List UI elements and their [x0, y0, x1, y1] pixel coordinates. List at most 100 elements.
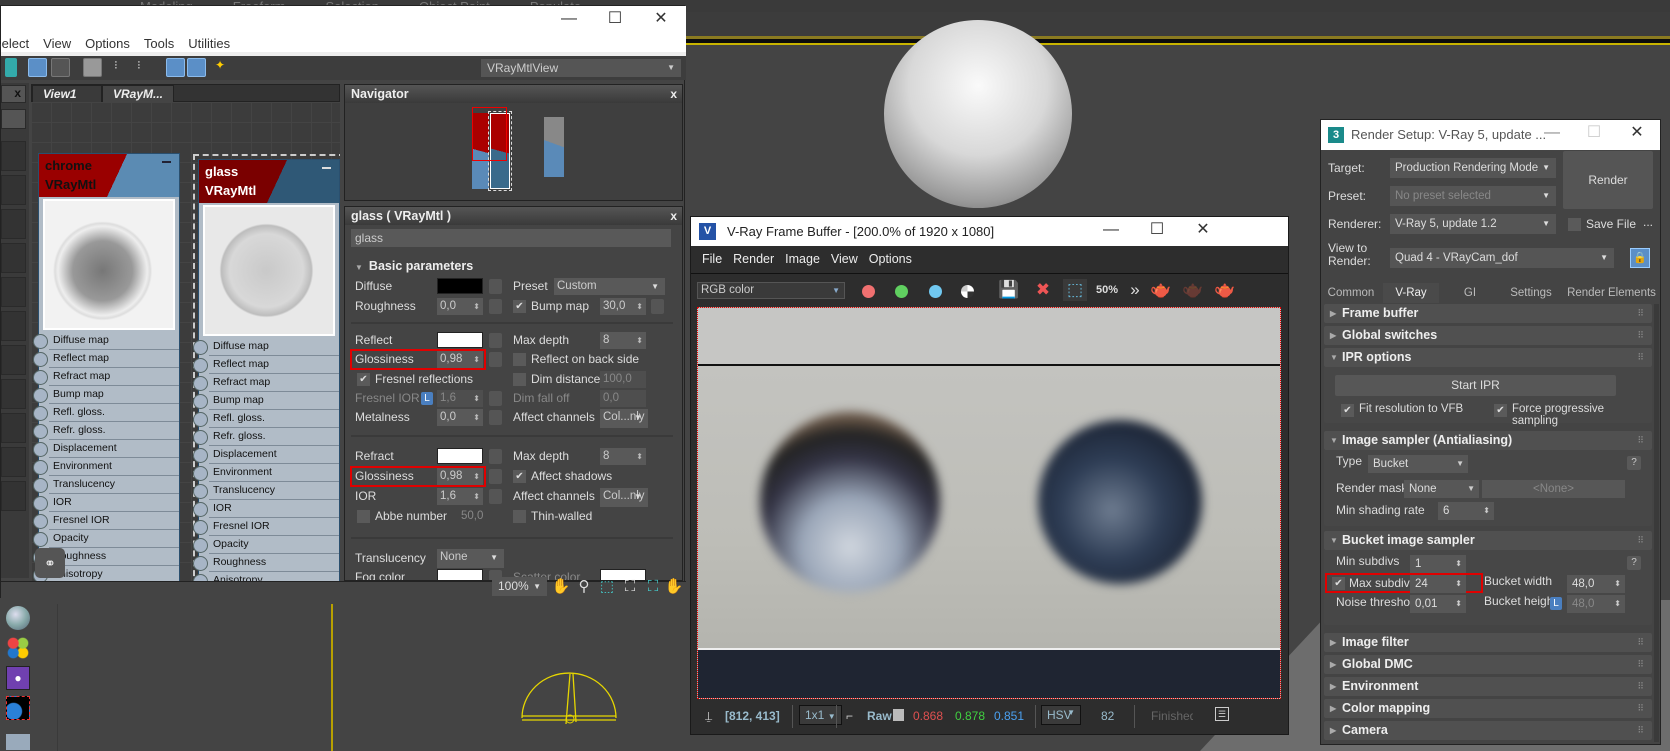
tab-common[interactable]: Common — [1321, 283, 1381, 303]
diffuse-map-button[interactable] — [489, 279, 502, 294]
refract-map-button[interactable] — [489, 449, 502, 464]
slot-bump-map[interactable]: Bump map — [33, 386, 179, 404]
close-button[interactable]: ✕ — [638, 6, 684, 34]
node-view[interactable]: chrome VRayMtl Diffuse map Reflect map Refr… — [31, 102, 340, 581]
ior-spinner[interactable]: 1,6 ⬍ — [437, 488, 483, 505]
maximize-button[interactable]: ☐ — [592, 6, 638, 34]
fog-color-swatch[interactable] — [437, 569, 483, 580]
menu-options[interactable]: Options — [869, 246, 912, 273]
browser-item[interactable] — [1, 413, 26, 443]
blue-channel-button[interactable] — [929, 285, 942, 298]
slot-roughness[interactable]: Roughness — [33, 548, 179, 566]
slot-fresnel-ior[interactable]: Fresnel IOR — [193, 518, 339, 536]
slot-environment[interactable]: Environment — [33, 458, 179, 476]
rollout-frame-buffer[interactable]: ▶ Frame buffer ⠿ — [1324, 304, 1652, 323]
browser-item[interactable] — [1, 243, 26, 273]
menu-select[interactable]: Select — [0, 36, 29, 52]
bump-map-button[interactable] — [651, 299, 664, 314]
red-channel-button[interactable] — [862, 285, 875, 298]
show-shaded-icon[interactable] — [28, 58, 47, 77]
bucket-height-spinner[interactable]: 48,0 ⬍ — [1567, 595, 1625, 613]
diffuse-color-swatch[interactable] — [437, 278, 483, 294]
viewport-divider[interactable] — [331, 598, 333, 751]
reflect-back-side-checkbox[interactable] — [513, 353, 526, 366]
zoom-50-icon[interactable]: 50% — [1095, 279, 1119, 301]
layout-all-icon[interactable]: ⁝ — [114, 58, 133, 77]
browser-item[interactable] — [1, 141, 26, 171]
render-last-icon[interactable]: 🫖 — [1213, 279, 1237, 301]
bucket-width-spinner[interactable]: 48,0 ⬍ — [1567, 575, 1625, 593]
browser-item[interactable] — [1, 379, 26, 409]
help-button[interactable]: ? — [1627, 456, 1641, 470]
dim-falloff-spinner[interactable]: 0,0 — [600, 390, 646, 407]
slot-anisotropy[interactable]: Anisotropy — [33, 566, 179, 581]
rollout-color-mapping[interactable]: ▶ Color mapping ⠿ — [1324, 699, 1652, 718]
menu-image[interactable]: Image — [785, 246, 820, 273]
maximize-button[interactable]: ☐ — [1134, 217, 1180, 245]
dome-light-gizmo[interactable] — [520, 672, 620, 727]
rollout-ipr-options[interactable]: ▼ IPR options ⠿ — [1324, 348, 1652, 367]
lock-view-button[interactable]: 🔒 — [1630, 248, 1650, 268]
slot-environment[interactable]: Environment — [193, 464, 339, 482]
close-icon[interactable]: x — [670, 207, 677, 225]
clear-image-icon[interactable]: ✖ — [1031, 279, 1055, 301]
affect-shadows-checkbox[interactable]: ✔ — [513, 470, 526, 483]
slot-refl-gloss[interactable]: Refl. gloss. — [193, 410, 339, 428]
multi-material-icon[interactable] — [6, 636, 30, 660]
browser-item[interactable] — [1, 277, 26, 307]
force-progressive-checkbox[interactable]: ✔ — [1494, 404, 1507, 417]
roughness-spinner[interactable]: 0,0 ⬍ — [437, 298, 483, 315]
zoom-region-icon[interactable]: ⬚ — [597, 577, 617, 596]
save-file-browse-button[interactable]: ... — [1643, 215, 1653, 229]
menu-render[interactable]: Render — [733, 246, 774, 273]
browser-item[interactable] — [1, 447, 26, 477]
zoom-dropdown[interactable]: 100% ▼ — [492, 577, 547, 596]
metalness-map-button[interactable] — [489, 410, 502, 425]
close-browser-icon[interactable]: x — [1, 85, 26, 103]
lock-pixel-icon[interactable]: ⍊ — [705, 709, 712, 724]
menu-utilities[interactable]: Utilities — [188, 36, 230, 52]
reflect-color-swatch[interactable] — [437, 332, 483, 348]
render-region-icon[interactable] — [6, 696, 30, 720]
material-node-glass[interactable]: glass VRayMtl Diffuse map Reflect map Refra… — [193, 154, 340, 581]
fresnel-checkbox[interactable]: ✔ — [357, 373, 370, 386]
close-button[interactable]: ✕ — [1614, 120, 1660, 148]
noise-threshold-spinner[interactable]: 0,01 ⬍ — [1410, 595, 1466, 613]
zoom-extents-selected-icon[interactable]: ⛶ — [643, 577, 663, 596]
slot-ior[interactable]: IOR — [193, 500, 339, 518]
browser-item[interactable] — [1, 209, 26, 239]
type-dropdown[interactable]: Bucket ▼ — [1368, 455, 1468, 473]
browser-item[interactable] — [1, 481, 26, 511]
pick-icon[interactable] — [5, 58, 17, 77]
tab-render-elements[interactable]: Render Elements — [1563, 283, 1660, 303]
menu-tools[interactable]: Tools — [144, 36, 174, 52]
refract-color-swatch[interactable] — [437, 448, 483, 464]
slot-anisotropy[interactable]: Anisotropy — [193, 572, 339, 581]
more-icon[interactable]: » — [1123, 279, 1147, 301]
slot-diffuse-map[interactable]: Diffuse map — [33, 332, 179, 350]
curve-icon[interactable]: ⌐ — [846, 709, 853, 723]
minimize-icon[interactable] — [322, 167, 331, 169]
slot-roughness[interactable]: Roughness — [193, 554, 339, 572]
lock-icon[interactable]: L — [1550, 597, 1562, 610]
minimize-icon[interactable] — [162, 161, 171, 163]
minimize-button[interactable]: — — [1088, 217, 1134, 245]
help-button[interactable]: ? — [1627, 556, 1641, 570]
max-subdivs-spinner[interactable]: 24 ⬍ — [1410, 575, 1466, 593]
rollout-basic-parameters[interactable]: ▼ Basic parameters — [355, 259, 473, 273]
slot-displacement[interactable]: Displacement — [193, 446, 339, 464]
maximize-button[interactable]: ☐ — [1571, 120, 1617, 148]
material-node-chrome[interactable]: chrome VRayMtl Diffuse map Reflect map Refr… — [33, 153, 180, 581]
slot-reflect-map[interactable]: Reflect map — [193, 356, 339, 374]
slot-refr-gloss[interactable]: Refr. gloss. — [33, 422, 179, 440]
zoom-icon[interactable]: ⚲ — [574, 577, 594, 596]
renderer-dropdown[interactable]: V-Ray 5, update 1.2 ▼ — [1390, 214, 1556, 234]
rollout-camera[interactable]: ▶ Camera ⠿ — [1324, 721, 1652, 740]
log-icon[interactable]: ☰ — [1215, 707, 1229, 721]
pan-icon[interactable]: ✋ — [551, 577, 571, 596]
rollout-global-dmc[interactable]: ▶ Global DMC ⠿ — [1324, 655, 1652, 674]
start-ipr-button[interactable]: Start IPR — [1335, 375, 1616, 396]
reflect-max-depth-spinner[interactable]: 8 ⬍ — [600, 332, 646, 349]
refract-glossiness-map-button[interactable] — [489, 469, 502, 484]
save-file-checkbox[interactable] — [1568, 218, 1581, 231]
